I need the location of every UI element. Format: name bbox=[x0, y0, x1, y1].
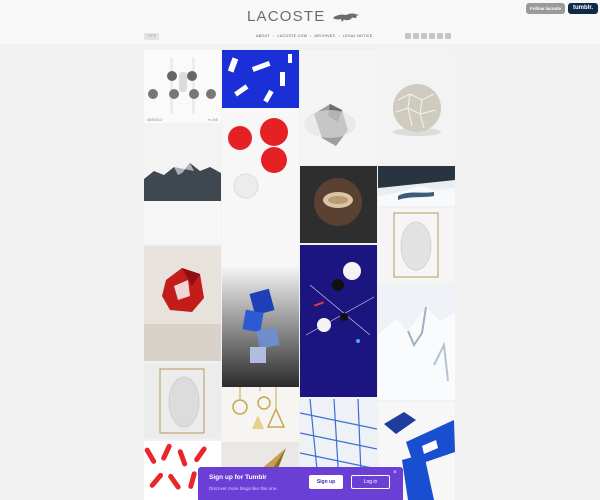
post-image bbox=[378, 50, 455, 165]
nav-about[interactable]: ABOUT bbox=[256, 34, 270, 38]
tumblr-logo-button[interactable]: tumblr. bbox=[567, 3, 598, 14]
post-image bbox=[144, 123, 221, 244]
signup-popup: Sign up for Tumblr Discover more blogs l… bbox=[198, 467, 403, 500]
nav-separator: • bbox=[272, 34, 275, 38]
post-image bbox=[222, 50, 299, 108]
pinterest-icon[interactable] bbox=[437, 33, 443, 39]
popup-title: Sign up for Tumblr bbox=[209, 474, 267, 481]
nav-separator: • bbox=[338, 34, 340, 38]
instagram-icon[interactable] bbox=[429, 33, 435, 39]
nav-separator: • bbox=[309, 34, 312, 38]
post-image bbox=[378, 208, 455, 283]
follow-button[interactable]: Follow lacoste bbox=[525, 3, 565, 14]
google-share-icon[interactable] bbox=[189, 89, 199, 99]
facebook-icon[interactable] bbox=[405, 33, 411, 39]
heart-icon[interactable] bbox=[167, 71, 177, 81]
twitter-icon[interactable] bbox=[413, 33, 419, 39]
close-icon[interactable]: × bbox=[392, 470, 398, 476]
nav-lacoste-com[interactable]: LACOSTE.COM bbox=[277, 34, 306, 38]
post-image bbox=[300, 50, 377, 165]
post-image bbox=[222, 108, 299, 268]
post-tile-snowy-peaks[interactable] bbox=[378, 285, 455, 400]
pinterest-share-icon[interactable] bbox=[206, 89, 216, 99]
login-button[interactable]: Log in bbox=[351, 475, 390, 489]
brand-logo[interactable]: LACOSTE bbox=[247, 8, 360, 25]
facebook-share-icon[interactable] bbox=[148, 89, 158, 99]
header: LACOSTE Follow lacoste tumblr. TYPE ABOU… bbox=[0, 0, 600, 44]
nav-links: ABOUT • LACOSTE.COM • ARCHIVES • LEGAL N… bbox=[256, 34, 372, 38]
like-link[interactable]: ♥ LIKE bbox=[208, 118, 218, 122]
post-meta: 06/30/2017 ♥ LIKE bbox=[144, 116, 221, 123]
post-tile-red-sculpture[interactable] bbox=[144, 246, 221, 361]
share-overlay-art bbox=[144, 50, 221, 123]
youtube-icon[interactable] bbox=[445, 33, 451, 39]
post-image bbox=[144, 246, 221, 361]
tumblr-controls: Follow lacoste tumblr. bbox=[525, 3, 598, 14]
nav-archives[interactable]: ARCHIVES bbox=[314, 34, 335, 38]
brand-name: LACOSTE bbox=[247, 8, 326, 25]
post-tile-white-rock[interactable] bbox=[300, 50, 377, 165]
post-tile-marble-frame-2[interactable] bbox=[378, 208, 455, 283]
post-tile-marble-frame[interactable] bbox=[144, 363, 221, 439]
navbar: TYPE ABOUT • LACOSTE.COM • ARCHIVES • LE… bbox=[0, 32, 600, 44]
social-icons bbox=[405, 33, 451, 39]
post-tile-blue-glass[interactable] bbox=[222, 269, 299, 387]
popup-subtitle: Discover more blogs like this one. bbox=[209, 486, 278, 491]
post-image bbox=[378, 285, 455, 400]
tumblr-share-icon[interactable] bbox=[169, 89, 179, 99]
like-label: LIKE bbox=[211, 118, 218, 122]
post-tile-bowl[interactable] bbox=[300, 166, 377, 243]
post-image bbox=[222, 269, 299, 387]
search-input[interactable]: TYPE bbox=[144, 33, 159, 40]
share-overlay: 06/30/2017 ♥ LIKE bbox=[144, 50, 221, 123]
post-tile-mountains[interactable] bbox=[144, 123, 221, 244]
post-tile-red-dots[interactable] bbox=[222, 108, 299, 268]
tumblr-icon[interactable] bbox=[421, 33, 427, 39]
signup-button[interactable]: Sign up bbox=[309, 475, 343, 489]
post-tile-navy-geometry[interactable] bbox=[300, 245, 377, 397]
reblog-icon[interactable] bbox=[187, 71, 197, 81]
post-tile-blue-pattern[interactable] bbox=[222, 50, 299, 108]
post-image bbox=[222, 387, 299, 442]
post-tile-share[interactable]: 06/30/2017 ♥ LIKE bbox=[144, 50, 221, 123]
post-tile-gold-lamps[interactable] bbox=[222, 387, 299, 442]
post-tile-winter-river[interactable] bbox=[378, 166, 455, 206]
nav-legal-notice[interactable]: LEGAL NOTICE bbox=[343, 34, 373, 38]
post-date: 06/30/2017 bbox=[147, 118, 163, 122]
crocodile-icon bbox=[333, 13, 360, 22]
post-image bbox=[378, 166, 455, 206]
post-image bbox=[300, 245, 377, 397]
post-image bbox=[300, 166, 377, 243]
post-image bbox=[144, 363, 221, 439]
post-tile-marble-sphere[interactable] bbox=[378, 50, 455, 165]
